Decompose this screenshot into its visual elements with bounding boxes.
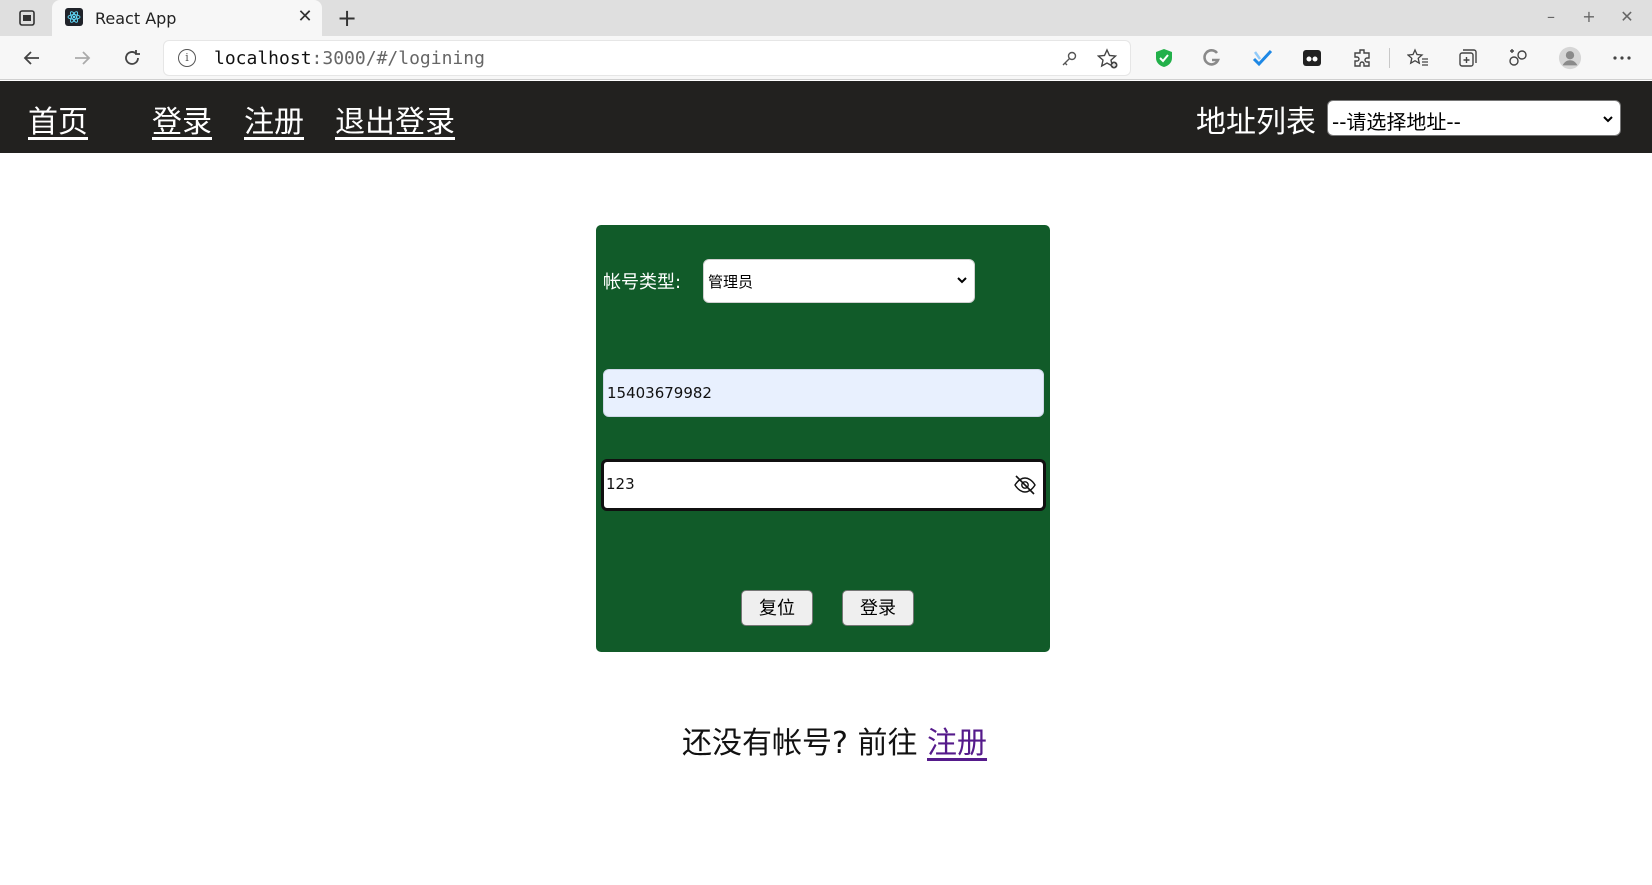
url-host: localhost (214, 48, 312, 69)
password-input-value: 123 (606, 475, 635, 493)
mask-extension-icon[interactable] (1300, 46, 1324, 70)
back-icon[interactable] (18, 44, 46, 72)
maximize-button[interactable]: + (1570, 4, 1608, 30)
check-extension-icon[interactable] (1250, 46, 1274, 70)
add-favorite-icon[interactable] (1097, 48, 1119, 70)
chevron-down-icon (957, 277, 967, 284)
toolbar-separator (1389, 48, 1390, 68)
password-input[interactable]: 123 (601, 459, 1046, 511)
grammarly-extension-icon[interactable] (1200, 46, 1224, 70)
browser-toolbar: i localhost:3000/#/logining (0, 36, 1652, 80)
more-icon[interactable] (1610, 46, 1634, 70)
shield-extension-icon[interactable] (1152, 46, 1176, 70)
register-link[interactable]: 注册 (927, 726, 987, 761)
register-hint: 还没有帐号? 前往 注册 (682, 718, 987, 762)
forward-icon[interactable] (68, 44, 96, 72)
close-window-button[interactable]: ✕ (1608, 4, 1646, 30)
browser-titlebar: React App ✕ + – + ✕ (0, 0, 1652, 36)
eye-off-icon[interactable] (1013, 474, 1037, 496)
react-favicon-icon (65, 8, 83, 26)
profile-icon[interactable] (1558, 46, 1582, 70)
favorites-icon[interactable] (1406, 46, 1430, 70)
login-button[interactable]: 登录 (842, 590, 914, 626)
tab-title: React App (95, 9, 177, 28)
url-text[interactable]: localhost:3000/#/logining (214, 48, 485, 69)
window-controls: – + ✕ (1532, 4, 1646, 30)
account-input[interactable]: 15403679982 (603, 369, 1044, 417)
address-bar[interactable]: i localhost:3000/#/logining (163, 40, 1131, 76)
refresh-icon[interactable] (118, 44, 146, 72)
account-type-label: 帐号类型: (603, 272, 682, 293)
nav-link-home[interactable]: 首页 (28, 97, 88, 141)
plus-icon[interactable]: + (334, 4, 360, 32)
minimize-button[interactable]: – (1532, 4, 1570, 30)
address-list-label: 地址列表 (1196, 105, 1316, 140)
login-card: 帐号类型: 管理员 15403679982 123 复位 登录 (596, 225, 1050, 652)
address-select[interactable]: --请选择地址-- (1327, 100, 1621, 136)
browser-tab[interactable]: React App ✕ (52, 0, 322, 36)
account-type-value: 管理员 (708, 273, 754, 291)
address-select-value: --请选择地址-- (1332, 110, 1461, 134)
key-icon[interactable] (1058, 48, 1080, 70)
nav-link-logout[interactable]: 退出登录 (335, 97, 455, 141)
close-icon[interactable]: ✕ (295, 6, 315, 28)
collections-icon[interactable] (1456, 46, 1480, 70)
account-type-select[interactable]: 管理员 (703, 259, 975, 303)
nav-link-register[interactable]: 注册 (244, 97, 304, 141)
account-input-value: 15403679982 (607, 384, 712, 402)
nav-link-login[interactable]: 登录 (152, 97, 212, 141)
url-path: :3000/#/logining (311, 48, 485, 69)
reset-button[interactable]: 复位 (741, 590, 813, 626)
chevron-down-icon (1603, 116, 1613, 123)
extensions-icon[interactable] (1350, 46, 1374, 70)
register-hint-text: 还没有帐号? 前往 (682, 726, 918, 761)
workspaces-icon[interactable] (17, 8, 37, 28)
share-icon[interactable] (1506, 46, 1530, 70)
info-icon[interactable]: i (178, 49, 196, 67)
